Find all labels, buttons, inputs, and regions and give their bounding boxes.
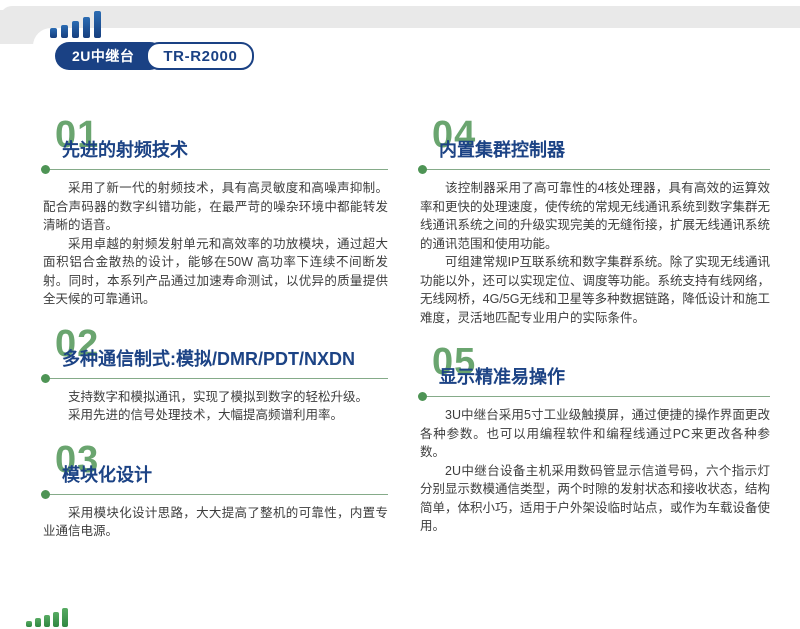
title-underline [43, 494, 388, 495]
bullet-dot [41, 490, 50, 499]
signal-bar [35, 618, 41, 627]
feature-title: 多种通信制式:模拟/DMR/PDT/NXDN [62, 345, 388, 371]
feature-title: 内置集群控制器 [439, 136, 770, 162]
product-badge: 2U中继台 TR-R2000 [55, 42, 254, 70]
header-gray-band [0, 6, 800, 28]
feature-columns: 01 先进的射频技术 采用了新一代的射频技术，具有高灵敏度和高噪声抑制。配合声码… [43, 118, 770, 541]
title-underline [420, 396, 770, 397]
signal-bar [26, 621, 32, 627]
feature-section-05: 05 显示精准易操作 3U中继台采用5寸工业级触摸屏，通过便捷的操作界面更改各种… [420, 345, 770, 536]
feature-paragraph: 采用卓越的射频发射单元和高效率的功放模块，通过超大面积铝合金散热的设计，能够在5… [43, 235, 388, 309]
feature-title: 模块化设计 [62, 461, 388, 487]
feature-paragraph: 采用先进的信号处理技术，大幅提高频谱利用率。 [43, 406, 388, 425]
feature-section-03: 03 模块化设计 采用模块化设计思路，大大提高了整机的可靠性，内置专业通信电源。 [43, 443, 388, 541]
signal-bar [94, 11, 101, 38]
signal-bar [53, 612, 59, 627]
bullet-dot [41, 374, 50, 383]
feature-title: 显示精准易操作 [439, 363, 770, 389]
signal-bar [83, 17, 90, 38]
feature-paragraph: 采用模块化设计思路，大大提高了整机的可靠性，内置专业通信电源。 [43, 504, 388, 541]
signal-bars-icon [50, 11, 101, 38]
bullet-dot [41, 165, 50, 174]
feature-paragraph: 可组建常规IP互联系统和数字集群系统。除了实现无线通讯功能以外，还可以实现定位、… [420, 253, 770, 327]
title-underline [43, 169, 388, 170]
feature-paragraph: 该控制器采用了高可靠性的4核处理器，具有高效的运算效率和更快的处理速度，使传统的… [420, 179, 770, 253]
bullet-dot [418, 392, 427, 401]
feature-section-01: 01 先进的射频技术 采用了新一代的射频技术，具有高灵敏度和高噪声抑制。配合声码… [43, 118, 388, 309]
signal-bar [61, 25, 68, 38]
title-underline [43, 378, 388, 379]
feature-paragraph: 采用了新一代的射频技术，具有高灵敏度和高噪声抑制。配合声码器的数字纠错功能，在最… [43, 179, 388, 235]
bullet-dot [418, 165, 427, 174]
signal-bar [44, 615, 50, 627]
feature-paragraph: 支持数字和模拟通讯，实现了模拟到数字的轻松升级。 [43, 388, 388, 407]
left-column: 01 先进的射频技术 采用了新一代的射频技术，具有高灵敏度和高噪声抑制。配合声码… [43, 118, 388, 541]
feature-section-02: 02 多种通信制式:模拟/DMR/PDT/NXDN 支持数字和模拟通讯，实现了模… [43, 327, 388, 425]
signal-bar [50, 28, 57, 38]
feature-title: 先进的射频技术 [62, 136, 388, 162]
signal-bars-footer-icon [26, 608, 68, 627]
right-column: 04 内置集群控制器 该控制器采用了高可靠性的4核处理器，具有高效的运算效率和更… [420, 118, 770, 541]
signal-bar [62, 608, 68, 627]
feature-paragraph: 2U中继台设备主机采用数码管显示信道号码，六个指示灯分别显示数模通信类型，两个时… [420, 462, 770, 536]
signal-bar [72, 21, 79, 38]
feature-section-04: 04 内置集群控制器 该控制器采用了高可靠性的4核处理器，具有高效的运算效率和更… [420, 118, 770, 327]
feature-paragraph: 3U中继台采用5寸工业级触摸屏，通过便捷的操作界面更改各种参数。也可以用编程软件… [420, 406, 770, 462]
title-underline [420, 169, 770, 170]
badge-model: TR-R2000 [146, 42, 254, 70]
